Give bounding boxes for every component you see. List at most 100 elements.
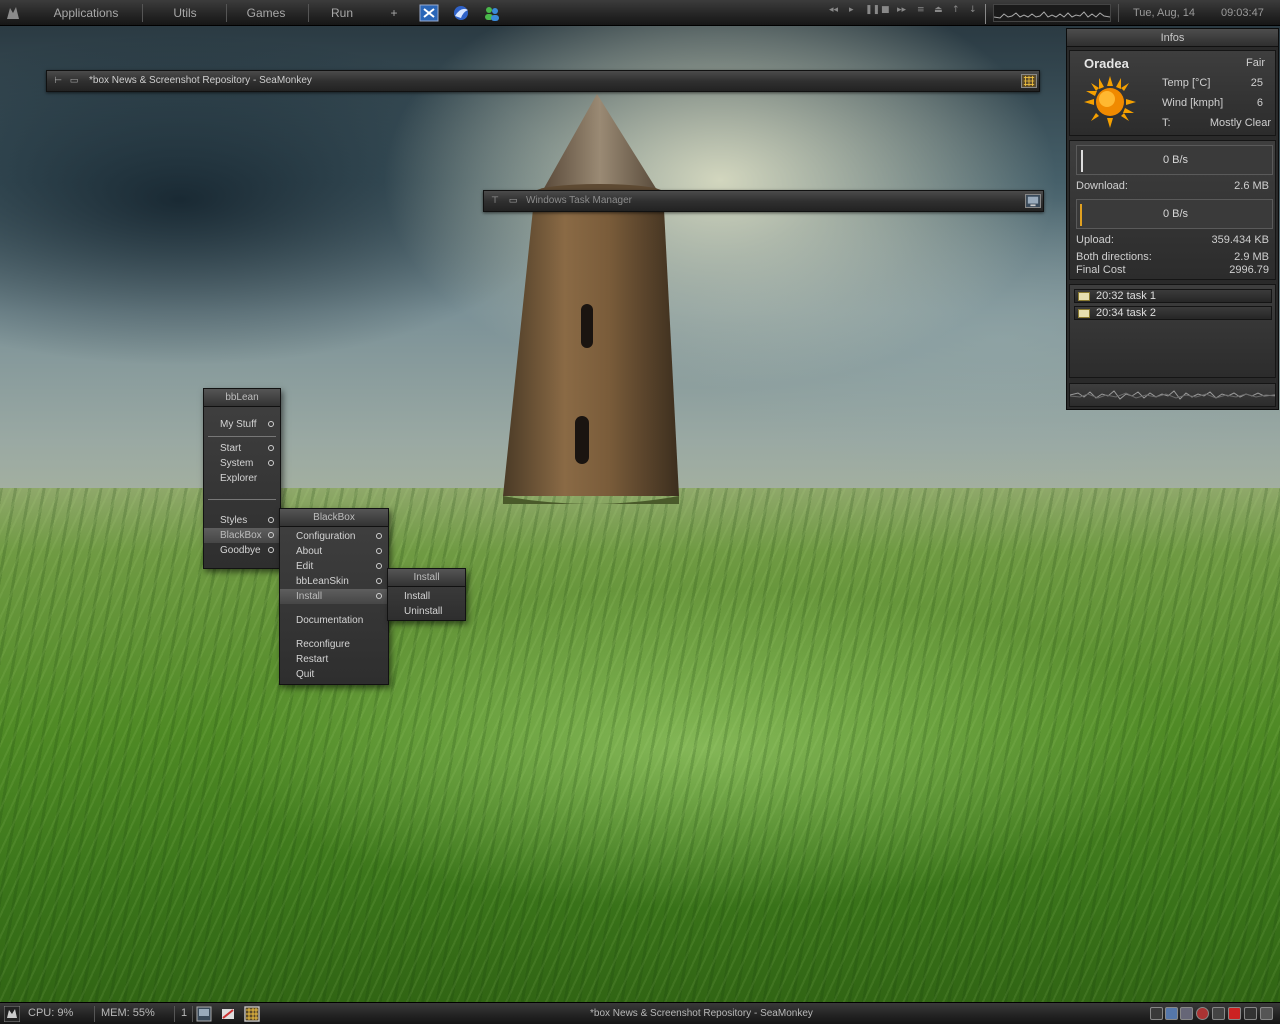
upload-graph: 0 B/s <box>1076 199 1273 229</box>
flash-tray-icon[interactable] <box>1228 1007 1241 1020</box>
menu-item-label: Uninstall <box>404 606 443 617</box>
task-item[interactable]: 20:32 task 1 <box>1074 289 1272 303</box>
menu-item-label: bbLeanSkin <box>296 576 349 587</box>
menu-item-label: Quit <box>296 669 315 680</box>
menu-item-install[interactable]: Install <box>280 589 388 604</box>
menu-run[interactable]: Run <box>314 3 370 23</box>
weather-temp-label: Temp [°C] <box>1162 77 1211 89</box>
submenu-bullet-icon <box>268 445 274 451</box>
task-manager-window-titlebar[interactable]: ⊤ ▭ Windows Task Manager <box>483 190 1044 212</box>
media-prev-button[interactable]: ◂◂ <box>829 5 838 15</box>
menu-item-goodbye[interactable]: Goodbye <box>204 543 280 558</box>
menu-item-label: Restart <box>296 654 329 665</box>
bluetooth-tray-icon[interactable] <box>1212 1007 1225 1020</box>
menu-utils[interactable]: Utils <box>150 3 220 23</box>
final-cost-value: 2996.79 <box>1229 264 1269 276</box>
submenu-bullet-icon <box>376 578 382 584</box>
menu-item-label: System <box>220 458 254 469</box>
editor-task-icon[interactable] <box>220 1006 236 1022</box>
menu-item-blackbox[interactable]: BlackBox <box>204 528 280 543</box>
network-tray-icon[interactable] <box>1165 1007 1178 1020</box>
menu-item-explorer[interactable]: Explorer <box>204 471 280 486</box>
menu-item-system[interactable]: System <box>204 456 280 471</box>
messenger-icon[interactable] <box>482 4 502 22</box>
task-item[interactable]: 20:34 task 2 <box>1074 306 1272 320</box>
menu-item-label: About <box>296 546 323 557</box>
submenu-bullet-icon <box>268 460 274 466</box>
menu-item-configuration[interactable]: Configuration <box>280 529 388 544</box>
menu-item-label: Install <box>404 591 431 602</box>
upload-label: Upload: <box>1076 234 1114 246</box>
menu-item-label: Install <box>296 591 323 602</box>
taskbar-separator <box>174 1006 175 1022</box>
both-directions-total: 2.9 MB <box>1234 251 1269 263</box>
menu-applications[interactable]: Applications <box>38 3 134 23</box>
audio-visualizer <box>1069 383 1276 407</box>
seamonkey-app-icon[interactable] <box>1021 74 1037 88</box>
media-eject-button[interactable]: ⏏ <box>934 5 943 15</box>
toolbar-clock: 09:03:47 <box>1221 7 1264 19</box>
menu-item-about[interactable]: About <box>280 544 388 559</box>
menu-item-documentation[interactable]: Documentation <box>280 613 388 628</box>
cpu-usage: CPU: 9% <box>28 1007 74 1019</box>
download-rate: 0 B/s <box>1162 154 1189 166</box>
menu-item-uninstall-plugin[interactable]: Uninstall <box>388 604 465 619</box>
active-window-title[interactable]: *box News & Screenshot Repository - SeaM… <box>590 1008 813 1019</box>
firefox-icon[interactable] <box>451 4 471 22</box>
menu-item-label: Explorer <box>220 473 258 484</box>
task-manager-app-icon[interactable] <box>1025 194 1041 208</box>
task-list-widget: 20:32 task 1 20:34 task 2 <box>1069 284 1276 378</box>
menu-item-reconfigure[interactable]: Reconfigure <box>280 637 388 652</box>
windows-tray-icon[interactable] <box>1150 1007 1163 1020</box>
antivirus-tray-icon[interactable] <box>1196 1007 1209 1020</box>
pin-icon[interactable]: ⊤ <box>490 196 500 206</box>
add-menu-button[interactable]: + <box>384 3 404 23</box>
seamonkey-window-titlebar[interactable]: ⊢ ▭ *box News & Screenshot Repository - … <box>46 70 1040 92</box>
workspace-indicator[interactable]: 1 <box>181 1007 187 1019</box>
download-graph: 0 B/s <box>1076 145 1273 175</box>
infos-title: Infos <box>1067 29 1278 47</box>
seamonkey-task-icon[interactable] <box>244 1006 260 1022</box>
blackbox-logo-icon[interactable] <box>4 4 22 22</box>
wallpaper-grass-field <box>0 488 1280 1024</box>
toolbar-separator <box>308 4 309 22</box>
menu-item-start[interactable]: Start <box>204 441 280 456</box>
blackbox-submenu: BlackBox Configuration About Edit bbLean… <box>279 508 389 685</box>
shade-icon[interactable]: ▭ <box>69 76 79 86</box>
infos-panel: Infos Oradea Fair Temp [°C] 25 Wind [kmp… <box>1066 28 1279 410</box>
volume-slider[interactable] <box>985 4 986 24</box>
volume-down-button[interactable]: ↓ <box>969 5 977 15</box>
window-title: Windows Task Manager <box>526 195 632 206</box>
bblean-root-menu: bbLean My Stuff Start System Explorer St… <box>203 388 281 569</box>
pin-icon[interactable]: ⊢ <box>53 76 63 86</box>
submenu-bullet-icon <box>268 532 274 538</box>
blackbox-menu-icon[interactable] <box>4 1006 20 1022</box>
weather-t-value: Mostly Clear <box>1209 117 1271 129</box>
media-next-button[interactable]: ▸▸ <box>897 5 906 15</box>
media-stop-button[interactable]: ■ <box>881 5 890 15</box>
menu-games[interactable]: Games <box>232 3 300 23</box>
shield-tray-icon[interactable] <box>1244 1007 1257 1020</box>
weather-temp-value: 25 <box>1250 77 1263 89</box>
media-play-button[interactable]: ▸ <box>849 5 854 15</box>
memory-usage: MEM: 55% <box>101 1007 155 1019</box>
menu-item-styles[interactable]: Styles <box>204 513 280 528</box>
task-manager-task-icon[interactable] <box>196 1006 212 1022</box>
menu-item-restart[interactable]: Restart <box>280 652 388 667</box>
xml-editor-icon[interactable] <box>419 4 439 22</box>
menu-item-bbleanskin[interactable]: bbLeanSkin <box>280 574 388 589</box>
menu-item-install-plugin[interactable]: Install <box>388 589 465 604</box>
shade-icon[interactable]: ▭ <box>508 196 518 206</box>
media-pause-button[interactable]: ❚❚ <box>865 5 880 15</box>
menu-separator <box>208 436 276 437</box>
menu-item-edit[interactable]: Edit <box>280 559 388 574</box>
media-playlist-button[interactable]: ≡ <box>917 5 925 15</box>
both-directions-label: Both directions: <box>1076 251 1152 263</box>
download-total: 2.6 MB <box>1234 180 1269 192</box>
menu-item-quit[interactable]: Quit <box>280 667 388 682</box>
submenu-bullet-icon <box>268 517 274 523</box>
menu-item-my-stuff[interactable]: My Stuff <box>204 417 280 432</box>
volume-tray-icon[interactable] <box>1260 1007 1273 1020</box>
volume-up-button[interactable]: ↑ <box>952 5 960 15</box>
monitor-tray-icon[interactable] <box>1180 1007 1193 1020</box>
